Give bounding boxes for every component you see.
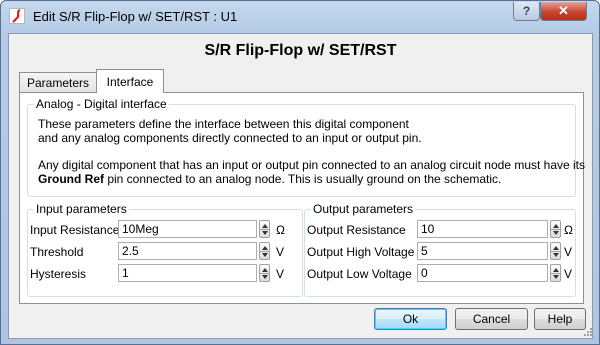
dialog-heading: S/R Flip-Flop w/ SET/RST	[204, 42, 397, 59]
close-button[interactable]: ✕	[540, 2, 587, 21]
threshold-field[interactable]: 2.5	[118, 242, 257, 260]
input-parameters-group: Input parameters Input Resistance 10Meg …	[27, 202, 303, 297]
output-resistance-field[interactable]: 10	[417, 220, 548, 238]
description-line: and any analog components directly conne…	[38, 131, 422, 145]
input-resistance-spinner[interactable]	[259, 220, 270, 238]
hysteresis-spinner[interactable]	[259, 264, 270, 282]
description-text: pin connected to an analog node. This is…	[104, 172, 502, 186]
threshold-spinner[interactable]	[259, 242, 270, 260]
output-high-voltage-spinner[interactable]	[550, 242, 561, 260]
dialog-body: S/R Flip-Flop w/ SET/RST Parameters Inte…	[8, 33, 593, 339]
ground-ref-label: Ground Ref	[38, 172, 104, 186]
tab-parameters[interactable]: Parameters	[19, 72, 97, 92]
output-high-voltage-unit: V	[564, 245, 573, 259]
output-resistance-label: Output Resistance	[307, 223, 406, 237]
output-low-voltage-unit: V	[564, 267, 573, 281]
tab-label: Interface	[106, 74, 154, 89]
input-resistance-unit: Ω	[276, 223, 285, 237]
description-line: Ground Ref pin connected to an analog no…	[38, 172, 501, 186]
output-high-voltage-label: Output High Voltage	[307, 245, 415, 259]
group-title: Output parameters	[311, 202, 416, 216]
output-resistance-spinner[interactable]	[550, 220, 561, 238]
output-low-voltage-label: Output Low Voltage	[307, 267, 412, 281]
tab-interface[interactable]: Interface	[96, 69, 164, 93]
hysteresis-field[interactable]: 1	[118, 264, 257, 282]
group-title: Analog - Digital interface	[34, 97, 169, 111]
description-line: These parameters define the interface be…	[38, 117, 409, 131]
help-button[interactable]: Help	[534, 308, 586, 330]
question-icon: ?	[522, 4, 531, 18]
app-logo-icon[interactable]	[9, 8, 25, 24]
output-parameters-group: Output parameters Output Resistance 10 Ω…	[304, 202, 576, 297]
description-line: Any digital component that has an input …	[38, 158, 586, 172]
ok-button[interactable]: Ok	[374, 308, 447, 330]
output-low-voltage-spinner[interactable]	[550, 264, 561, 282]
input-resistance-field[interactable]: 10Meg	[118, 220, 257, 238]
window-title: Edit S/R Flip-Flop w/ SET/RST : U1	[33, 9, 238, 24]
analog-digital-group: Analog - Digital interface These paramet…	[27, 97, 585, 197]
tab-label: Parameters	[26, 75, 90, 90]
group-title: Input parameters	[34, 202, 129, 216]
title-bar[interactable]: Edit S/R Flip-Flop w/ SET/RST : U1 ? ✕	[1, 1, 599, 33]
cancel-button[interactable]: Cancel	[455, 308, 528, 330]
threshold-unit: V	[276, 245, 285, 259]
interface-tab-page: Analog - Digital interface These paramet…	[19, 92, 585, 304]
threshold-label: Threshold	[30, 245, 84, 259]
resize-grip-icon[interactable]	[584, 328, 592, 336]
context-help-button[interactable]: ?	[513, 2, 540, 21]
output-low-voltage-field[interactable]: 0	[417, 264, 548, 282]
output-resistance-unit: Ω	[564, 223, 573, 237]
output-high-voltage-field[interactable]: 5	[417, 242, 548, 260]
hysteresis-unit: V	[276, 267, 285, 281]
hysteresis-label: Hysteresis	[30, 267, 87, 281]
dialog-window: Edit S/R Flip-Flop w/ SET/RST : U1 ? ✕ S…	[0, 0, 600, 345]
close-icon: ✕	[558, 3, 569, 18]
input-resistance-label: Input Resistance	[30, 223, 120, 237]
